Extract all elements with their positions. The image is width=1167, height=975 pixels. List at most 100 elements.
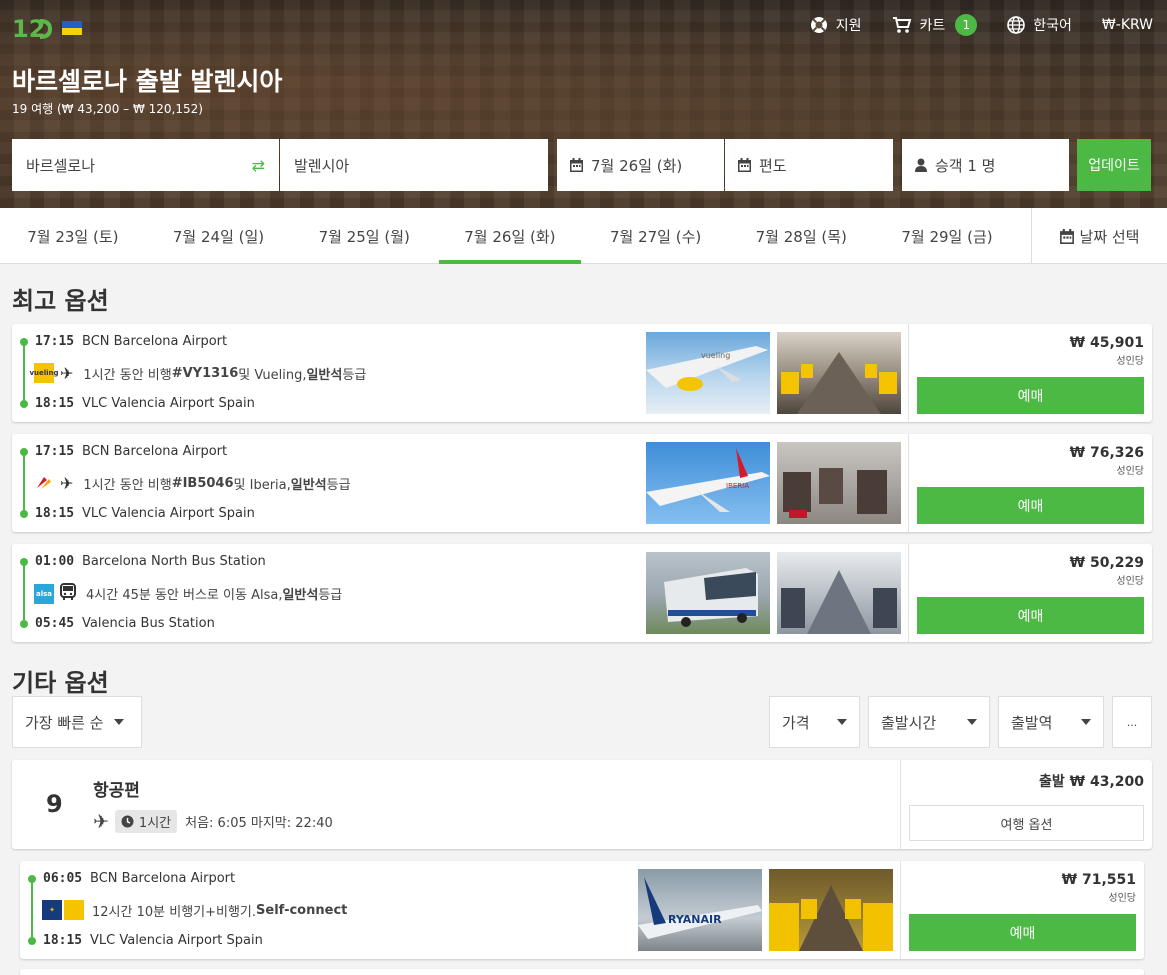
caret-down-icon	[837, 719, 847, 725]
class-label: 일반석	[306, 367, 343, 383]
plane-icon: ✈	[60, 473, 74, 493]
desc-text: 12시간 10분 비행기+비행기.	[92, 904, 257, 920]
route-line	[31, 877, 33, 941]
vueling-logo-icon	[64, 900, 84, 920]
result-card: 01:00 Barcelona North Bus Station alsa 4…	[12, 544, 1152, 642]
route-line	[23, 340, 25, 404]
result-card: 17:15 BCN Barcelona Airport vueling ✈ 1시…	[12, 324, 1152, 422]
bus-icon	[60, 583, 76, 604]
more-filters-button[interactable]: ...	[1112, 696, 1152, 748]
from-field[interactable]: 바르셀로나 ⇄	[12, 139, 279, 191]
group-price: 출발 ₩ 43,200	[1039, 774, 1144, 790]
cart-label: 카트	[919, 18, 946, 34]
arrival-station: Valencia Bus Station	[82, 616, 215, 631]
departure-station: Barcelona North Bus Station	[82, 554, 266, 569]
group-summary: ✈ 1시간 처음: 6:05 마지막: 22:40	[93, 810, 333, 833]
pick-date-button[interactable]: 날짜 선택	[1031, 208, 1167, 264]
aircraft-photo: vueling	[646, 332, 770, 414]
departure-time-filter-label: 출발시간	[881, 713, 937, 732]
flights-group-card[interactable]: 9 항공편 ✈ 1시간 처음: 6:05 마지막: 22:40 출발 ₩ 43,…	[12, 760, 1152, 849]
desc-text: 등급	[326, 477, 351, 493]
support-link[interactable]: 지원	[810, 15, 862, 35]
swap-icon[interactable]: ⇄	[252, 156, 265, 175]
alsa-logo-icon: alsa	[34, 583, 54, 604]
language-selector[interactable]: 한국어	[1007, 15, 1072, 35]
price-unit: 성인당	[1116, 466, 1144, 477]
caret-down-icon	[1081, 719, 1091, 725]
date-tab[interactable]: 7월 28일 (목)	[728, 208, 874, 264]
date-tab[interactable]: 7월 29일 (금)	[874, 208, 1020, 264]
date-tab[interactable]: 7월 27일 (수)	[583, 208, 729, 264]
arrival-station: VLC Valencia Airport Spain	[90, 933, 263, 948]
vueling-logo-icon: vueling	[29, 363, 59, 383]
passengers-field[interactable]: 승객 1 명	[902, 139, 1069, 191]
currency-label: ₩-KRW	[1101, 17, 1153, 33]
plane-icon: ✈	[60, 363, 74, 383]
book-button[interactable]: 예매	[917, 597, 1144, 634]
departure-time: 01:00	[35, 554, 75, 569]
trip-type-value: 편도	[759, 156, 787, 175]
departure-station-filter[interactable]: 출발역	[998, 696, 1104, 748]
to-value: 발렌시아	[294, 156, 350, 175]
date-tab[interactable]: 7월 23일 (토)	[0, 208, 146, 264]
flight-code: #IB5046	[171, 475, 234, 491]
trip-description: vueling ✈ 1시간 동안 비행 #VY1316 및 Vueling, 일…	[29, 363, 366, 383]
price: ₩ 50,229	[1069, 555, 1144, 571]
book-button[interactable]: 예매	[917, 377, 1144, 414]
arrival-station: VLC Valencia Airport Spain	[82, 396, 255, 411]
departure-time-filter[interactable]: 출발시간	[868, 696, 990, 748]
departure-time: 17:15	[35, 334, 75, 349]
trip-options-button[interactable]: 여행 옵션	[909, 805, 1144, 841]
plane-exterior-image: IBERIA	[646, 448, 770, 512]
cabin-photo	[777, 442, 901, 524]
departure-time: 17:15	[35, 444, 75, 459]
class-label: 일반석	[290, 477, 327, 493]
price-filter[interactable]: 가격	[769, 696, 860, 748]
currency-selector[interactable]: ₩-KRW	[1102, 17, 1153, 33]
date-tab-active[interactable]: 7월 26일 (화)	[437, 208, 583, 264]
sort-label: 가장 빠른 순	[25, 713, 104, 732]
iberia-logo-icon	[34, 473, 54, 493]
cart-link[interactable]: 카트 1	[892, 14, 978, 36]
lifebuoy-icon	[810, 17, 827, 33]
price-unit: 성인당	[1116, 356, 1144, 367]
desc-text: 및 Iberia,	[233, 477, 291, 493]
plane-cabin-image	[783, 468, 887, 518]
price-filter-label: 가격	[782, 713, 810, 732]
departure-station-filter-label: 출발역	[1011, 713, 1053, 732]
price: ₩ 71,551	[1061, 872, 1136, 888]
sort-dropdown[interactable]: 가장 빠른 순	[12, 696, 142, 748]
result-card: 06:05 BCN Barcelona Airport ✦ 12시간 10분 비…	[20, 861, 1144, 959]
group-title: 항공편	[93, 781, 140, 801]
bus-exterior-image	[664, 568, 758, 627]
user-icon	[915, 158, 927, 172]
update-button[interactable]: 업데이트	[1077, 139, 1151, 191]
plane-exterior-image: RYANAIR	[638, 877, 762, 939]
route-dot	[28, 937, 36, 945]
globe-icon	[1007, 16, 1026, 34]
price: ₩ 76,326	[1069, 445, 1144, 461]
date-tab[interactable]: 7월 24일 (일)	[146, 208, 292, 264]
book-button[interactable]: 예매	[909, 914, 1136, 951]
arrival-time: 18:15	[35, 396, 75, 411]
arrival-station: VLC Valencia Airport Spain	[82, 506, 255, 521]
duration-chip: 1시간	[114, 810, 178, 833]
book-button[interactable]: 예매	[917, 487, 1144, 524]
card-divider	[908, 434, 909, 532]
logo[interactable]: 12	[12, 10, 92, 46]
duration-label: 1시간	[138, 816, 172, 831]
date-field[interactable]: 7월 26일 (화)	[557, 139, 724, 191]
group-count: 9	[46, 790, 63, 818]
bus-cabin-image	[781, 570, 897, 634]
trip-type-field[interactable]: 편도	[725, 139, 893, 191]
card-divider	[908, 544, 909, 642]
to-field[interactable]: 발렌시아	[280, 139, 548, 191]
arrival-time: 18:15	[43, 933, 83, 948]
caret-down-icon	[113, 719, 124, 725]
price-unit: 성인당	[1116, 576, 1144, 587]
plane-cabin-image	[769, 885, 893, 951]
passengers-value: 승객 1 명	[935, 156, 996, 175]
route-line	[23, 450, 25, 514]
date-tab[interactable]: 7월 25일 (월)	[291, 208, 437, 264]
svg-text:RYANAIR: RYANAIR	[668, 913, 722, 926]
